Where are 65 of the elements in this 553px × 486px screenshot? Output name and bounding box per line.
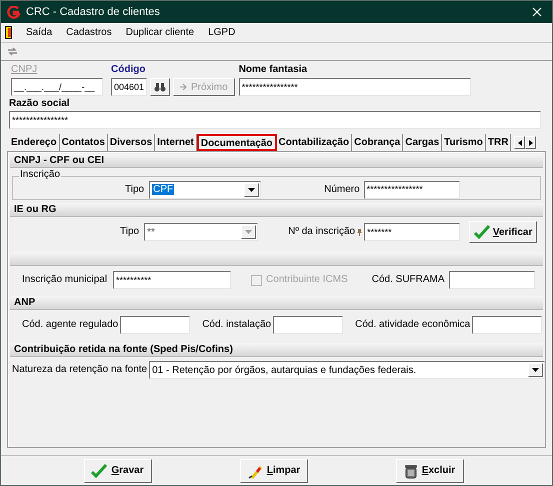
suframa-field[interactable] [448,271,535,289]
close-icon[interactable] [532,7,542,17]
checkmark-icon [474,225,490,239]
tab[interactable]: Cargas [403,134,442,151]
save-button[interactable]: Gravar [84,458,152,482]
field-label: Nº da inscrição [288,226,356,238]
type-select[interactable]: CPF [149,180,262,198]
number-field[interactable]: **************** [364,180,460,198]
code-label: Código [111,64,146,76]
arrows-icon[interactable] [7,47,18,56]
arrow-icon [180,83,188,91]
tab[interactable]: Turismo [442,134,486,151]
window-title: CRC - Cadastro de clientes [26,4,161,20]
field-label: Tipo [120,226,140,238]
withholding-nature-select[interactable]: 01 - Retenção por órgãos, autarquias e fundações federais. [149,361,545,379]
menu-item[interactable]: Duplicar cliente [126,25,194,40]
company-name-label: Razão social [9,98,71,110]
code-field[interactable] [273,316,344,334]
binoculars-icon [154,82,166,92]
tab[interactable]: TRR [486,134,512,151]
trade-name-field[interactable]: **************** [238,78,471,96]
section-header: Contribuição retida na fonte (Sped Pis/Cofins) [10,343,543,357]
municipal-registration-field[interactable]: ********** [113,271,232,289]
tab[interactable]: Cobrança [352,134,404,151]
app-logo-icon [7,6,20,18]
pin-icon [357,228,362,236]
field-label: Cód. agente regulado [22,319,118,331]
field-label: Natureza da retenção na fonte [12,364,148,376]
menu-item[interactable]: Saída [26,25,52,40]
section-header: ANP [10,296,543,310]
field-label: Número [324,184,360,196]
section-header: CNPJ - CPF ou CEI [10,154,543,168]
tab[interactable]: Endereço [9,134,60,151]
field-label: Cód. atividade econômica [355,319,470,331]
cnpj-label: CNPJ [11,64,38,76]
tab[interactable]: Diversos [108,134,156,151]
right-arrow-icon [528,140,533,146]
registration-number-field[interactable]: ******* [364,223,460,241]
tab[interactable]: Documentação [196,134,277,151]
search-button[interactable] [150,78,170,96]
clear-button[interactable]: Limpar [240,458,308,482]
trade-name-label: Nome fantasia [238,64,308,76]
tab[interactable]: Contatos [60,134,108,151]
delete-button[interactable]: Excluir [396,458,464,482]
tab-scroll-right-button[interactable] [525,136,536,149]
tab-scroll-left-button[interactable] [514,136,526,149]
tab[interactable]: Contabilização [276,134,352,151]
field-label: Cód. SUFRAMA [372,274,445,286]
code-field[interactable] [472,316,542,334]
menu-item[interactable]: Cadastros [66,25,112,40]
verify-button[interactable]: Verificar [469,221,538,243]
field-label: Tipo [125,184,144,196]
checkmark-icon [91,464,108,478]
door-icon [5,26,12,39]
left-arrow-icon [518,140,522,146]
section-header: IE ou RG [10,203,543,217]
group-label: Inscrição [19,170,62,180]
trash-can-icon [404,462,418,478]
field-label: Contribuinte ICMS [266,274,348,286]
field-label: Cód. instalação [202,319,272,331]
menu-item[interactable]: LGPD [208,25,236,40]
code-field[interactable] [120,316,190,334]
company-name-field[interactable]: **************** [9,111,541,129]
code-field[interactable]: 004601 [111,78,147,96]
field-label: Inscrição municipal [22,274,108,286]
